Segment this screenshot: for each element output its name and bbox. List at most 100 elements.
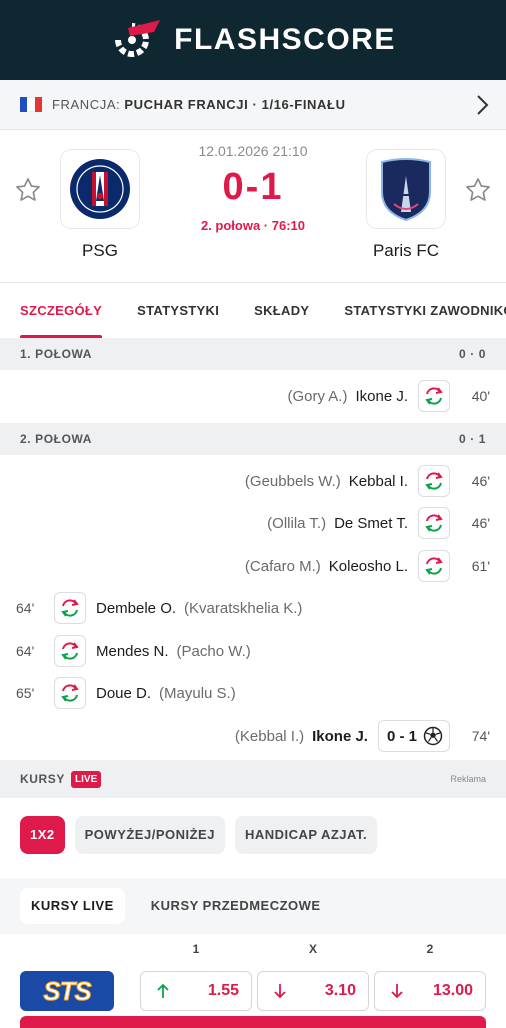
event-player: Ikone J. — [312, 727, 368, 745]
event-minute: 64' — [16, 643, 35, 659]
odds-subtabs: KURSY LIVE KURSY PRZEDMECZOWE — [0, 878, 506, 934]
event-assist: (Gory A.) — [287, 387, 348, 405]
half-header-2: 2. POŁOWA 0 · 1 — [0, 423, 506, 455]
half-score: 0 · 1 — [458, 432, 486, 446]
odds-col-away: 2 — [426, 942, 434, 956]
market-1x2-button[interactable]: 1X2 — [20, 816, 65, 854]
logo-text: FLASHSCORE — [174, 23, 396, 56]
event-row[interactable]: 64' Dembele O. (Kvaratskhelia K.) — [0, 587, 506, 629]
substitution-icon — [54, 635, 86, 667]
arrow-down-icon — [274, 984, 286, 999]
match-tabs: SZCZEGÓŁY STATYSTYKI SKŁADY STATYSTYKI Z… — [0, 282, 506, 338]
event-player: De Smet T. — [334, 514, 408, 532]
event-assist: (Pacho W.) — [176, 642, 251, 660]
market-asian-handicap-button[interactable]: HANDICAP AZJAT. — [234, 816, 378, 854]
live-badge: LIVE — [71, 770, 102, 788]
league-competition: PUCHAR FRANCJI · 1/16-FINAŁU — [124, 97, 346, 112]
sts-bookmaker-logo[interactable]: STS — [20, 971, 114, 1011]
half-score: 0 · 0 — [458, 347, 486, 361]
odds-header: KURSY LIVE Reklama — [0, 760, 506, 798]
substitution-icon — [54, 677, 86, 709]
away-team-name[interactable]: Paris FC — [336, 241, 476, 261]
event-player: Doue D. — [96, 684, 152, 702]
event-minute: 64' — [16, 600, 35, 616]
goal-score-box: 0 - 1 — [377, 720, 450, 752]
league-bar[interactable]: FRANCJA: PUCHAR FRANCJI · 1/16-FINAŁU — [0, 80, 506, 130]
tab-details[interactable]: SZCZEGÓŁY — [20, 283, 103, 338]
flashscore-logo[interactable]: FLASHSCORE — [110, 18, 396, 62]
tab-label: SZCZEGÓŁY — [20, 302, 103, 318]
home-team-name[interactable]: PSG — [30, 241, 170, 261]
substitution-icon — [54, 592, 86, 624]
tab-live-odds[interactable]: KURSY LIVE — [20, 888, 125, 924]
event-minute: 40' — [471, 388, 490, 404]
bet-button-strip[interactable] — [20, 1016, 486, 1028]
event-row[interactable]: 65' Doue D. (Mayulu S.) — [0, 672, 506, 714]
substitution-icon — [418, 380, 450, 412]
football-icon — [423, 726, 443, 746]
match-score: 0-1 — [222, 166, 284, 208]
chevron-right-icon — [477, 95, 489, 115]
match-header: PSG Paris FC 12.01.2026 21:10 0-1 2. poł… — [0, 130, 506, 282]
arrow-down-icon — [391, 984, 403, 999]
substitution-icon — [418, 507, 450, 539]
event-row[interactable]: 64' Mendes N. (Pacho W.) — [0, 630, 506, 672]
event-assist: (Kvaratskhelia K.) — [184, 599, 303, 617]
odds-column-headers: 1 X 2 — [0, 935, 506, 963]
event-row[interactable]: (Gory A.) Ikone J. 40' — [0, 375, 506, 417]
half-label: 2. POŁOWA — [20, 432, 93, 446]
substitution-icon — [418, 465, 450, 497]
half-label: 1. POŁOWA — [20, 347, 93, 361]
event-minute: 61' — [471, 558, 490, 574]
market-over-under-button[interactable]: POWYŻEJ/PONIŻEJ — [74, 816, 225, 854]
event-assist: (Mayulu S.) — [159, 684, 236, 702]
event-player: Koleosho L. — [328, 557, 408, 575]
tab-prematch-odds[interactable]: KURSY PRZEDMECZOWE — [139, 888, 333, 924]
odd-value: 1.55 — [207, 982, 239, 999]
odds-row: STS 1.55 3.10 13.00 — [0, 970, 506, 1012]
odds-col-home: 1 — [192, 942, 200, 956]
event-player: Mendes N. — [96, 642, 169, 660]
event-minute: 65' — [16, 685, 35, 701]
odds-market-filters: 1X2 POWYŻEJ/PONIŻEJ HANDICAP AZJAT. — [20, 816, 378, 854]
odd-value: 13.00 — [432, 982, 473, 999]
tab-label: STATYSTYKI — [137, 302, 220, 318]
goal-event-row[interactable]: (Kebbal I.) Ikone J. 0 - 1 74' — [0, 715, 506, 757]
event-assist: (Kebbal I.) — [234, 727, 305, 745]
goal-score: 0 - 1 — [386, 727, 417, 745]
app-header: FLASHSCORE — [0, 0, 506, 80]
event-row[interactable]: (Ollila T.) De Smet T. 46' — [0, 502, 506, 544]
odds-title: KURSY — [20, 772, 66, 786]
event-minute: 74' — [471, 728, 490, 744]
tab-lineups[interactable]: SKŁADY — [254, 283, 310, 338]
tab-statistics[interactable]: STATYSTYKI — [137, 283, 220, 338]
event-minute: 46' — [471, 473, 490, 489]
odds-col-draw: X — [308, 942, 317, 956]
substitution-icon — [418, 550, 450, 582]
event-row[interactable]: (Cafaro M.) Koleosho L. 61' — [0, 545, 506, 587]
event-assist: (Geubbels W.) — [244, 472, 341, 490]
france-flag-icon — [20, 97, 42, 112]
league-country: FRANCJA: — [52, 97, 121, 112]
event-player: Ikone J. — [355, 387, 408, 405]
odd-draw-button[interactable]: 3.10 — [257, 971, 369, 1011]
tab-label: SKŁADY — [254, 302, 310, 318]
bookmaker-name: STS — [43, 975, 93, 1006]
ad-label[interactable]: Reklama — [450, 774, 486, 784]
odd-home-button[interactable]: 1.55 — [140, 971, 252, 1011]
event-player: Kebbal I. — [348, 472, 408, 490]
event-row[interactable]: (Geubbels W.) Kebbal I. 46' — [0, 460, 506, 502]
event-assist: (Cafaro M.) — [244, 557, 321, 575]
tab-player-stats[interactable]: STATYSTYKI ZAWODNIKÓW — [344, 283, 506, 338]
match-datetime: 12.01.2026 21:10 — [198, 143, 308, 159]
odd-value: 3.10 — [324, 982, 356, 999]
tab-label: STATYSTYKI ZAWODNIKÓW — [344, 302, 506, 318]
arrow-up-icon — [157, 983, 169, 998]
event-assist: (Ollila T.) — [267, 514, 327, 532]
event-minute: 46' — [471, 515, 490, 531]
match-status: 2. połowa · 76:10 — [200, 218, 306, 233]
flashscore-logo-icon — [110, 18, 164, 62]
event-player: Dembele O. — [96, 599, 177, 617]
odd-away-button[interactable]: 13.00 — [374, 971, 486, 1011]
half-header-1: 1. POŁOWA 0 · 0 — [0, 338, 506, 370]
